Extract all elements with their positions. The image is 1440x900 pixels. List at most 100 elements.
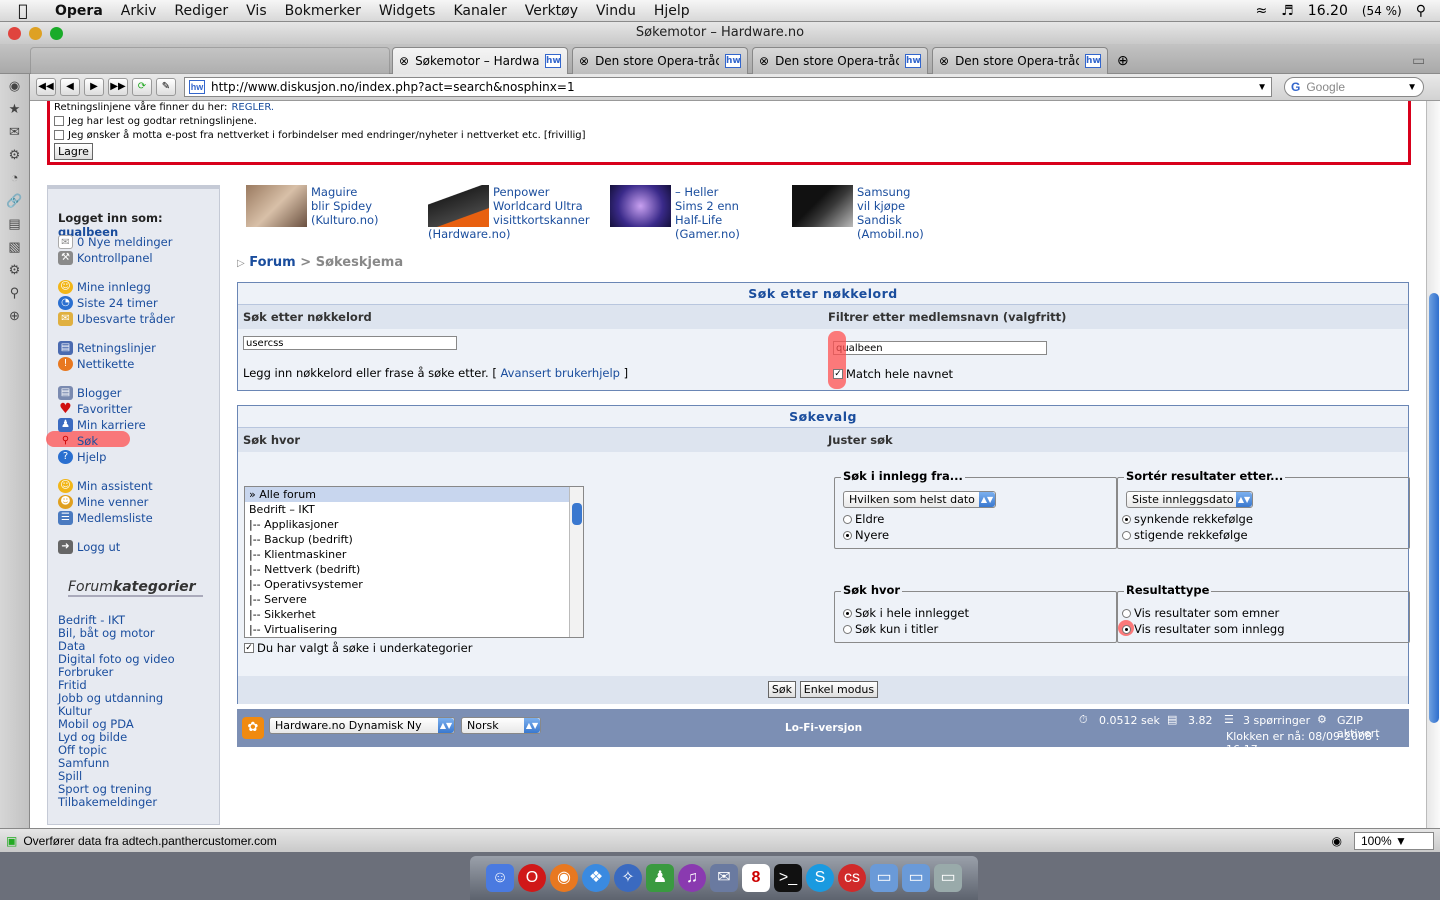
menu-app[interactable]: Opera bbox=[46, 3, 112, 19]
volume-icon[interactable]: ♬ bbox=[1281, 3, 1294, 19]
forum-list-scrollbar[interactable] bbox=[569, 487, 583, 637]
tab-opera-thread-3[interactable]: ⊗ Den store Opera-tråd... hw bbox=[932, 47, 1108, 74]
forum-list-item[interactable]: |-- Sikkerhet bbox=[245, 607, 583, 622]
match-name-checkbox[interactable]: ✓ bbox=[833, 369, 843, 379]
older-option[interactable]: Eldre bbox=[843, 512, 884, 526]
widgets-icon[interactable]: ⚙ bbox=[0, 143, 29, 166]
forum-list-item[interactable]: |-- Applikasjoner bbox=[245, 517, 583, 532]
sidebar-link-last-24h[interactable]: ◔ Siste 24 timer bbox=[58, 296, 158, 310]
news-link[interactable]: – Heller Sims 2 enn bbox=[675, 185, 740, 213]
tab-stack-collapsed[interactable] bbox=[30, 47, 390, 74]
sidebar-link-logout[interactable]: ➜ Logg ut bbox=[58, 540, 120, 554]
forum-list-item[interactable]: |-- Backup (bedrift) bbox=[245, 532, 583, 547]
newer-radio[interactable] bbox=[843, 530, 852, 540]
calendar-icon[interactable]: 8 bbox=[742, 864, 770, 892]
forum-list-item[interactable]: » Alle forum bbox=[245, 487, 583, 502]
menu-widgets[interactable]: Widgets bbox=[370, 3, 445, 19]
close-window-button[interactable] bbox=[8, 27, 21, 40]
category-link[interactable]: Tilbakemeldinger bbox=[58, 796, 175, 809]
keyword-input[interactable] bbox=[243, 336, 457, 350]
where-titles-radio[interactable] bbox=[843, 624, 852, 634]
firefox-icon[interactable]: ◉ bbox=[550, 864, 578, 892]
sidebar-link-unanswered[interactable]: ✉ Ubesvarte tråder bbox=[58, 312, 175, 326]
lofi-link[interactable]: Lo-Fi-versjon bbox=[785, 722, 862, 734]
sidebar-link-search[interactable]: ⚲ Søk bbox=[58, 434, 98, 448]
forum-list-item[interactable]: Bedrift – IKT bbox=[245, 502, 583, 517]
menu-verktoy[interactable]: Verktøy bbox=[516, 3, 587, 19]
menu-arkiv[interactable]: Arkiv bbox=[112, 3, 166, 19]
clock-text[interactable]: 16.20 bbox=[1308, 3, 1348, 19]
older-radio[interactable] bbox=[843, 514, 852, 524]
chevron-down-icon[interactable]: ▼ bbox=[1257, 82, 1267, 93]
type-topics-radio[interactable] bbox=[1122, 608, 1131, 618]
zoom-select[interactable]: 100% ▼ bbox=[1354, 831, 1434, 850]
close-tab-icon[interactable]: ⊗ bbox=[579, 54, 589, 68]
links-icon[interactable]: 🔗 bbox=[0, 189, 29, 212]
adium-icon[interactable]: ♟ bbox=[646, 864, 674, 892]
sidebar-link-friends[interactable]: ☻ Mine venner bbox=[58, 495, 148, 509]
news-thumbnail[interactable] bbox=[610, 185, 671, 227]
page-scrollbar[interactable] bbox=[1426, 101, 1440, 828]
itunes-icon[interactable]: ♫ bbox=[678, 864, 706, 892]
add-panel-icon[interactable]: ⊕ bbox=[0, 304, 29, 327]
forum-list-item[interactable]: |-- Klientmaskiner bbox=[245, 547, 583, 562]
transfers-icon[interactable]: ▧ bbox=[0, 235, 29, 258]
date-select[interactable]: Hvilken som helst dato ▲▼ bbox=[843, 491, 996, 508]
skype-icon[interactable]: S bbox=[806, 864, 834, 892]
apple-icon[interactable]:  bbox=[0, 1, 46, 20]
news-link[interactable]: Sandisk bbox=[857, 213, 924, 227]
reload-icon[interactable]: ⟳ bbox=[132, 78, 152, 96]
sidebar-link-career[interactable]: ♟ Min karriere bbox=[58, 418, 146, 432]
menu-rediger[interactable]: Rediger bbox=[165, 3, 237, 19]
panel-opera-icon[interactable]: ◉ bbox=[0, 74, 29, 97]
sort-select[interactable]: Siste innleggsdato ▲▼ bbox=[1126, 491, 1253, 508]
sidebar-link-messages[interactable]: ✉ 0 Nye meldinger bbox=[58, 235, 172, 249]
news-thumbnail[interactable] bbox=[428, 185, 489, 227]
menu-bokmerker[interactable]: Bokmerker bbox=[276, 3, 370, 19]
news-link[interactable]: visittkortskanner bbox=[493, 213, 590, 227]
search-field[interactable]: G Google ▼ bbox=[1284, 77, 1424, 97]
sidebar-link-assistant[interactable]: ☺ Min assistent bbox=[58, 479, 153, 493]
subcategories-checkbox[interactable]: ✓ bbox=[244, 643, 254, 653]
back-icon[interactable]: ◀ bbox=[60, 78, 80, 96]
spotlight-icon[interactable]: ⚲ bbox=[1416, 3, 1426, 19]
mail-app-icon[interactable]: ✉ bbox=[710, 864, 738, 892]
sidebar-link-favorites[interactable]: ♥ Favoritter bbox=[58, 402, 132, 416]
battery-text[interactable]: (54 %) bbox=[1362, 4, 1402, 18]
new-tab-icon[interactable]: ⊕ bbox=[1117, 52, 1129, 69]
settings-icon[interactable]: ⚙ bbox=[0, 258, 29, 281]
mail-icon[interactable]: ✉ bbox=[0, 120, 29, 143]
network-icon[interactable]: ✧ bbox=[614, 864, 642, 892]
news-item[interactable]: Samsung vil kjøpe Sandisk (Amobil.no) bbox=[792, 185, 924, 241]
tab-sokemotor[interactable]: ⊗ Søkemotor – Hardware... hw bbox=[392, 47, 568, 74]
news-link[interactable]: Maguire blir Spidey bbox=[311, 185, 379, 213]
save-button[interactable]: Lagre bbox=[54, 142, 93, 160]
sidebar-link-members[interactable]: ☰ Medlemsliste bbox=[58, 511, 153, 525]
rules-link[interactable]: REGLER. bbox=[231, 102, 274, 113]
breadcrumb-forum-link[interactable]: Forum bbox=[249, 255, 296, 270]
finder-icon[interactable]: ☺ bbox=[486, 864, 514, 892]
history-icon[interactable]: ◔ bbox=[0, 166, 29, 189]
match-name-option[interactable]: ✓ Match hele navnet bbox=[833, 367, 953, 381]
close-tab-icon[interactable]: ⊗ bbox=[759, 54, 769, 68]
news-thumbnail[interactable] bbox=[792, 185, 853, 227]
menu-vindu[interactable]: Vindu bbox=[587, 3, 645, 19]
forward-icon[interactable]: ▶ bbox=[84, 78, 104, 96]
news-link[interactable]: Worldcard Ultra bbox=[493, 199, 590, 213]
wifi-icon[interactable]: ≈ bbox=[1255, 3, 1267, 19]
forum-list-item[interactable]: |-- Virtualisering bbox=[245, 622, 583, 637]
asc-option[interactable]: stigende rekkefølge bbox=[1122, 528, 1248, 542]
rewind-icon[interactable]: ◀◀ bbox=[36, 78, 56, 96]
news-link[interactable]: Half-Life bbox=[675, 213, 740, 227]
search-panel-icon[interactable]: ⚲ bbox=[0, 281, 29, 304]
sidebar-link-help[interactable]: ? Hjelp bbox=[58, 450, 106, 464]
newsletter-checkbox[interactable] bbox=[54, 130, 64, 140]
news-item[interactable]: – Heller Sims 2 enn Half-Life (Gamer.no) bbox=[610, 185, 740, 241]
view-icon[interactable]: ◉ bbox=[1332, 834, 1342, 848]
notes-icon[interactable]: ▤ bbox=[0, 212, 29, 235]
asc-radio[interactable] bbox=[1122, 530, 1131, 540]
tab-opera-thread-2[interactable]: ⊗ Den store Opera-tråd... hw bbox=[752, 47, 928, 74]
terminal-icon[interactable]: >_ bbox=[774, 864, 802, 892]
zoom-window-button[interactable] bbox=[50, 27, 63, 40]
minimize-window-button[interactable] bbox=[29, 27, 42, 40]
